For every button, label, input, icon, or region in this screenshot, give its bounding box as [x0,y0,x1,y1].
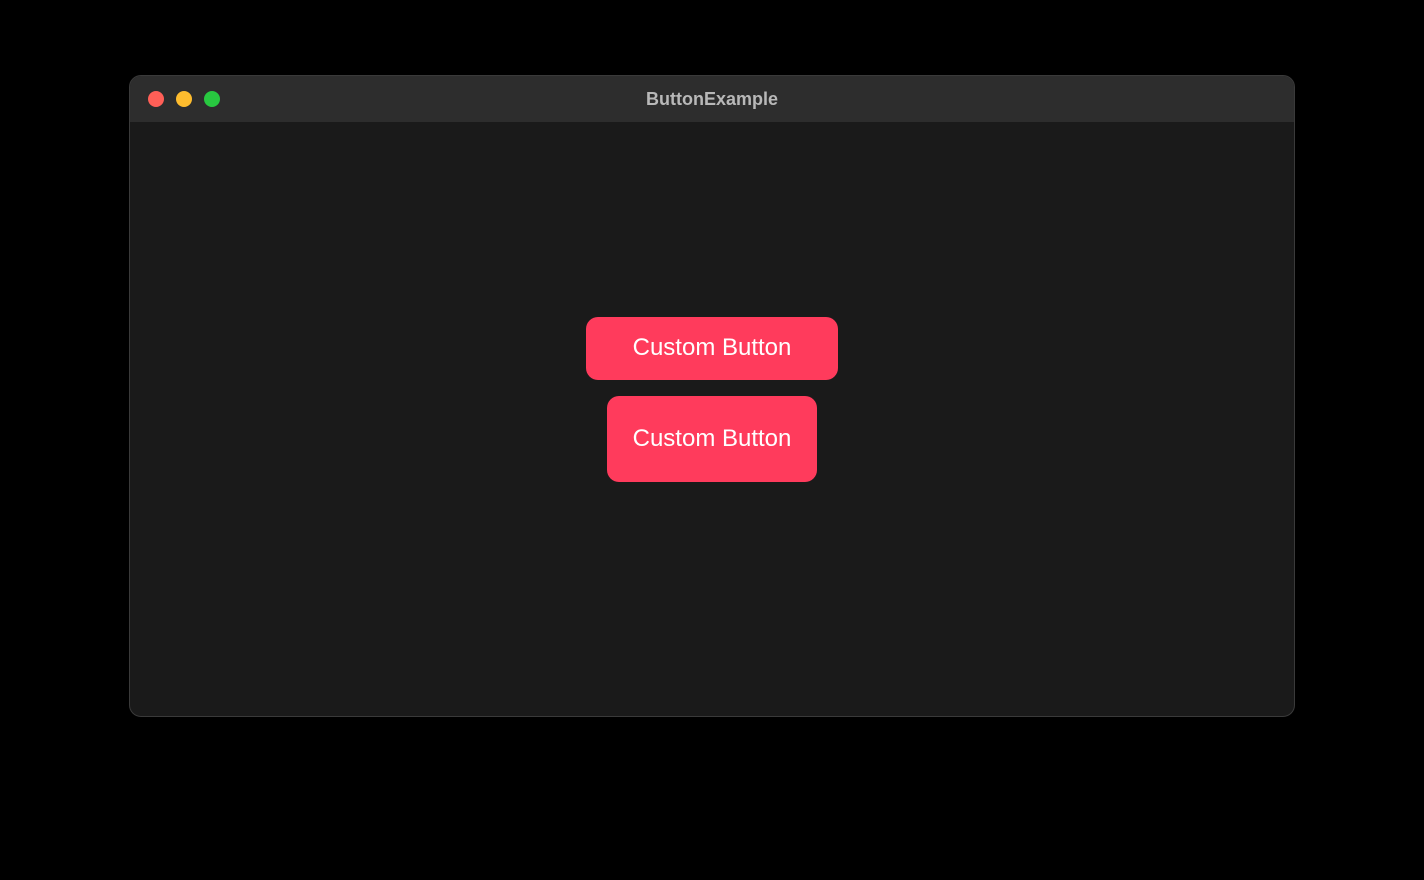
window-title: ButtonExample [646,89,778,110]
window-content: Custom Button Custom Button [130,122,1294,716]
minimize-window-button[interactable] [176,91,192,107]
custom-button-2[interactable]: Custom Button [607,396,817,482]
application-window: ButtonExample Custom Button Custom Butto… [129,75,1295,717]
maximize-window-button[interactable] [204,91,220,107]
custom-button-1[interactable]: Custom Button [586,317,838,380]
close-window-button[interactable] [148,91,164,107]
window-controls [148,91,220,107]
window-titlebar: ButtonExample [130,76,1294,122]
